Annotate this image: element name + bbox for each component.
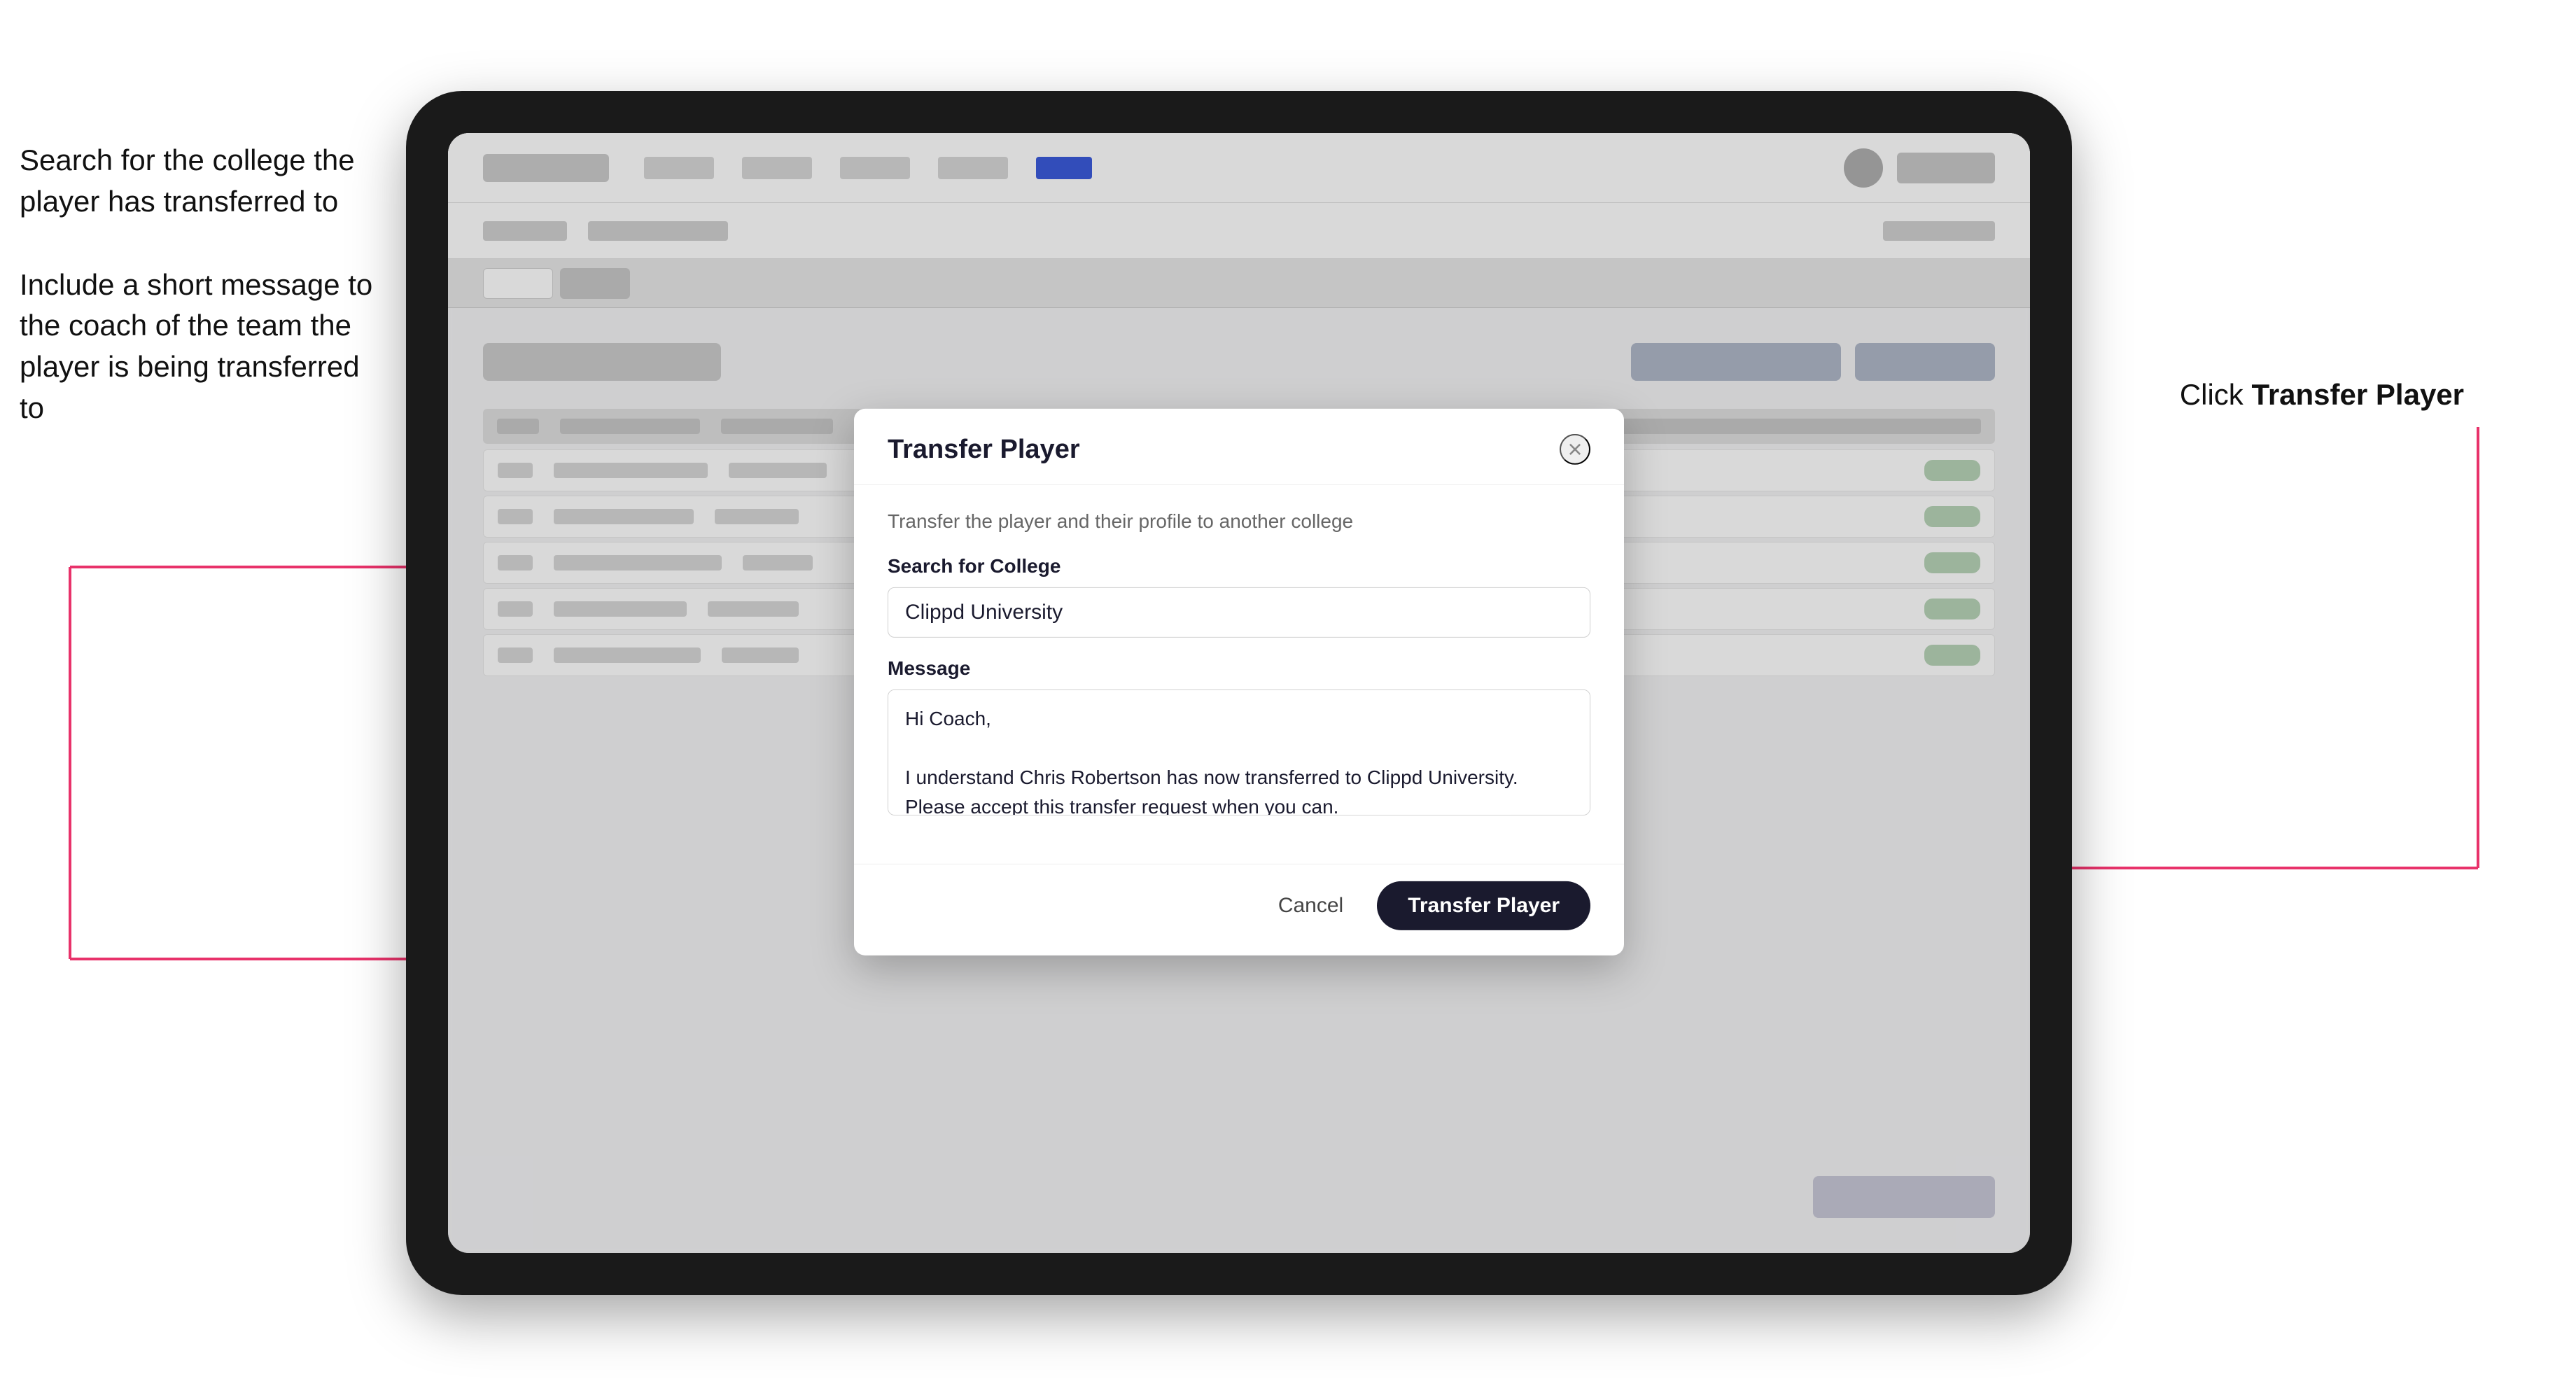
annotation-text-2: Include a short message to the coach of … bbox=[20, 265, 384, 429]
college-field-label: Search for College bbox=[888, 555, 1590, 578]
modal-footer: Cancel Transfer Player bbox=[854, 864, 1624, 955]
cancel-button[interactable]: Cancel bbox=[1261, 883, 1360, 929]
annotation-text-1: Search for the college the player has tr… bbox=[20, 140, 384, 223]
ipad-device: Transfer Player × Transfer the player an… bbox=[406, 91, 2072, 1295]
transfer-player-modal: Transfer Player × Transfer the player an… bbox=[854, 409, 1624, 955]
modal-close-button[interactable]: × bbox=[1560, 434, 1590, 465]
modal-header: Transfer Player × bbox=[854, 409, 1624, 485]
message-field-label: Message bbox=[888, 657, 1590, 680]
annotation-prefix: Click bbox=[2180, 378, 2252, 411]
modal-subtitle: Transfer the player and their profile to… bbox=[888, 510, 1590, 533]
ipad-screen: Transfer Player × Transfer the player an… bbox=[448, 133, 2030, 1253]
modal-overlay: Transfer Player × Transfer the player an… bbox=[448, 133, 2030, 1253]
transfer-player-button[interactable]: Transfer Player bbox=[1377, 881, 1590, 930]
annotation-right: Click Transfer Player bbox=[2180, 378, 2464, 412]
message-textarea[interactable] bbox=[888, 690, 1590, 816]
modal-body: Transfer the player and their profile to… bbox=[854, 485, 1624, 864]
annotation-left: Search for the college the player has tr… bbox=[20, 140, 384, 471]
modal-title: Transfer Player bbox=[888, 434, 1080, 464]
annotation-bold: Transfer Player bbox=[2251, 378, 2464, 411]
college-search-input[interactable] bbox=[888, 587, 1590, 638]
